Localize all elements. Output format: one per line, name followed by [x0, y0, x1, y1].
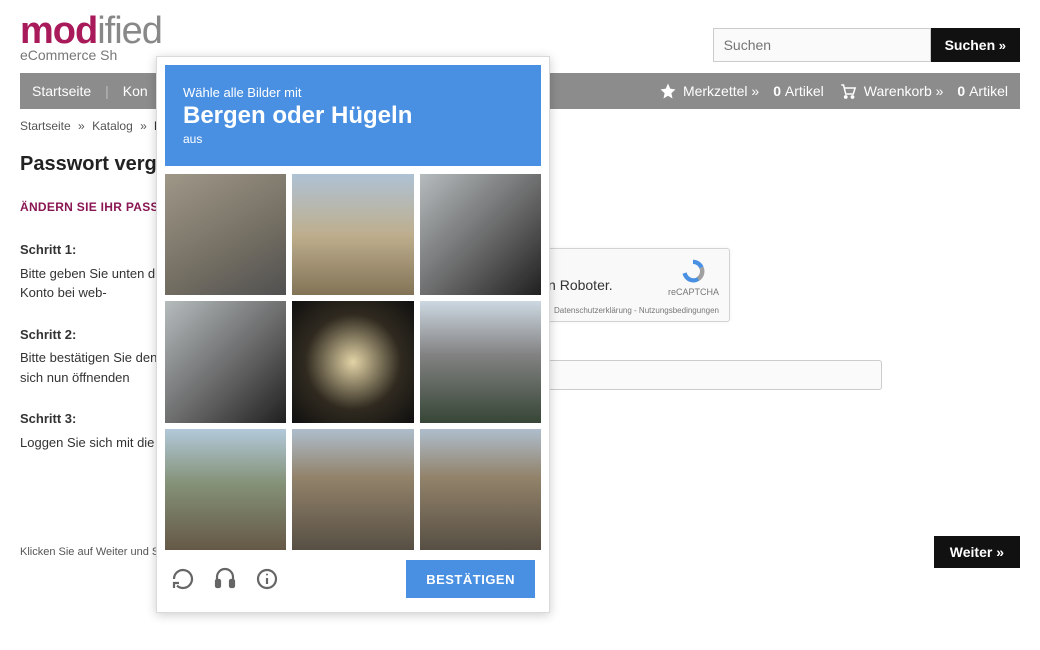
recaptcha-challenge: Wähle alle Bilder mit Bergen oder Hügeln… — [156, 56, 550, 613]
nav-separator: | — [105, 83, 109, 99]
chevron-right-icon: » — [992, 544, 1004, 560]
recaptcha-logo: reCAPTCHA — [668, 257, 719, 297]
challenge-grid — [165, 174, 541, 550]
challenge-tile-2[interactable] — [292, 174, 413, 295]
star-icon — [659, 82, 677, 100]
cart-icon — [838, 82, 858, 100]
logo[interactable]: modified eCommerce Sh — [20, 10, 162, 63]
search-button[interactable]: Suchen » — [931, 28, 1020, 62]
challenge-tile-1[interactable] — [165, 174, 286, 295]
nav-cart[interactable]: Warenkorb » — [838, 82, 944, 100]
recaptcha-links[interactable]: Datenschutzerklärung - Nutzungsbedingung… — [554, 306, 719, 315]
nav-home[interactable]: Startseite — [32, 83, 91, 99]
audio-icon[interactable] — [213, 567, 237, 591]
breadcrumb-home[interactable]: Startseite — [20, 119, 71, 133]
challenge-tile-3[interactable] — [420, 174, 541, 295]
reload-icon[interactable] — [171, 567, 195, 591]
breadcrumb-catalog[interactable]: Katalog — [92, 119, 133, 133]
next-button[interactable]: Weiter » — [934, 536, 1020, 568]
challenge-tile-5[interactable] — [292, 301, 413, 422]
challenge-header: Wähle alle Bilder mit Bergen oder Hügeln… — [165, 65, 541, 166]
footer-hint: Klicken Sie auf Weiter und Sie — [20, 546, 168, 558]
challenge-tile-8[interactable] — [292, 429, 413, 550]
nav-account[interactable]: Kon — [123, 83, 148, 99]
wishlist-count: 0 Artikel — [773, 83, 824, 99]
challenge-tile-7[interactable] — [165, 429, 286, 550]
info-icon[interactable] — [255, 567, 279, 591]
chevron-right-icon: » — [995, 38, 1006, 53]
logo-text-2: ified — [97, 10, 162, 52]
challenge-tile-6[interactable] — [420, 301, 541, 422]
challenge-tile-9[interactable] — [420, 429, 541, 550]
search-input[interactable] — [713, 28, 931, 62]
nav-wishlist[interactable]: Merkzettel » — [659, 82, 759, 100]
logo-text-1: mod — [20, 10, 97, 52]
challenge-confirm-button[interactable]: BESTÄTIGEN — [406, 560, 535, 598]
cart-count: 0 Artikel — [957, 83, 1008, 99]
challenge-tile-4[interactable] — [165, 301, 286, 422]
